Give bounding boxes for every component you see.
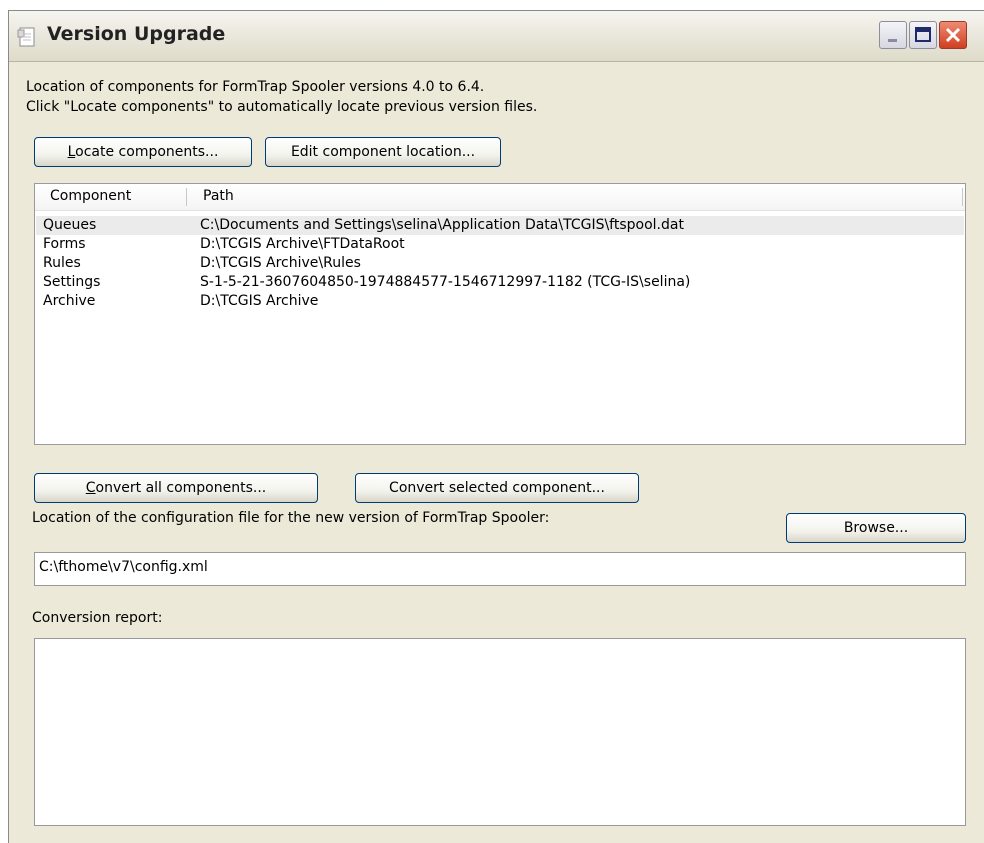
table-row[interactable]: Forms D:\TCGIS Archive\FTDataRoot (36, 235, 964, 254)
config-file-input[interactable] (35, 553, 965, 581)
component-cell: Rules (43, 255, 81, 271)
version-upgrade-window: Version Upgrade Location of components f… (8, 10, 984, 843)
column-header-component[interactable]: Component (50, 188, 131, 204)
table-row[interactable]: Queues C:\Documents and Settings\selina\… (36, 216, 964, 235)
intro-line-1: Location of components for FormTrap Spoo… (26, 79, 485, 95)
title-bar[interactable]: Version Upgrade (9, 11, 984, 62)
column-divider[interactable] (962, 188, 963, 206)
path-cell: C:\Documents and Settings\selina\Applica… (200, 217, 684, 233)
window-title: Version Upgrade (47, 23, 226, 45)
column-divider[interactable] (186, 188, 187, 206)
maximize-button[interactable] (909, 21, 937, 49)
intro-line-2: Click "Locate components" to automatical… (26, 99, 538, 115)
table-row[interactable]: Archive D:\TCGIS Archive (36, 292, 964, 311)
locate-components-button[interactable]: Locate components... (34, 137, 252, 167)
close-icon (945, 27, 961, 43)
edit-component-location-button[interactable]: Edit component location... (265, 137, 501, 167)
conversion-report-box[interactable] (34, 638, 966, 826)
table-row[interactable]: Settings S-1-5-21-3607604850-1974884577-… (36, 273, 964, 292)
path-cell: D:\TCGIS Archive\FTDataRoot (200, 236, 405, 252)
component-cell: Queues (43, 217, 97, 233)
minimize-button[interactable] (879, 21, 907, 49)
component-cell: Archive (43, 293, 96, 309)
table-row[interactable]: Rules D:\TCGIS Archive\Rules (36, 254, 964, 273)
config-file-field[interactable] (34, 552, 966, 586)
column-header-path[interactable]: Path (203, 188, 234, 204)
components-list[interactable]: Component Path Queues C:\Documents and S… (34, 183, 966, 445)
path-cell: D:\TCGIS Archive (200, 293, 319, 309)
dialog-body: Location of components for FormTrap Spoo… (9, 62, 984, 843)
path-cell: D:\TCGIS Archive\Rules (200, 255, 361, 271)
app-icon (17, 27, 35, 47)
component-cell: Settings (43, 274, 101, 290)
config-file-label: Location of the configuration file for t… (32, 510, 550, 526)
convert-all-components-button[interactable]: Convert all components... (34, 473, 318, 503)
list-header: Component Path (35, 184, 965, 211)
close-button[interactable] (939, 21, 967, 49)
conversion-report-label: Conversion report: (32, 610, 163, 626)
browse-button[interactable]: Browse... (786, 513, 966, 543)
maximize-icon (915, 27, 931, 42)
minimize-icon (888, 39, 897, 42)
component-cell: Forms (43, 236, 86, 252)
path-cell: S-1-5-21-3607604850-1974884577-154671299… (200, 274, 691, 290)
convert-selected-component-button[interactable]: Convert selected component... (355, 473, 639, 503)
